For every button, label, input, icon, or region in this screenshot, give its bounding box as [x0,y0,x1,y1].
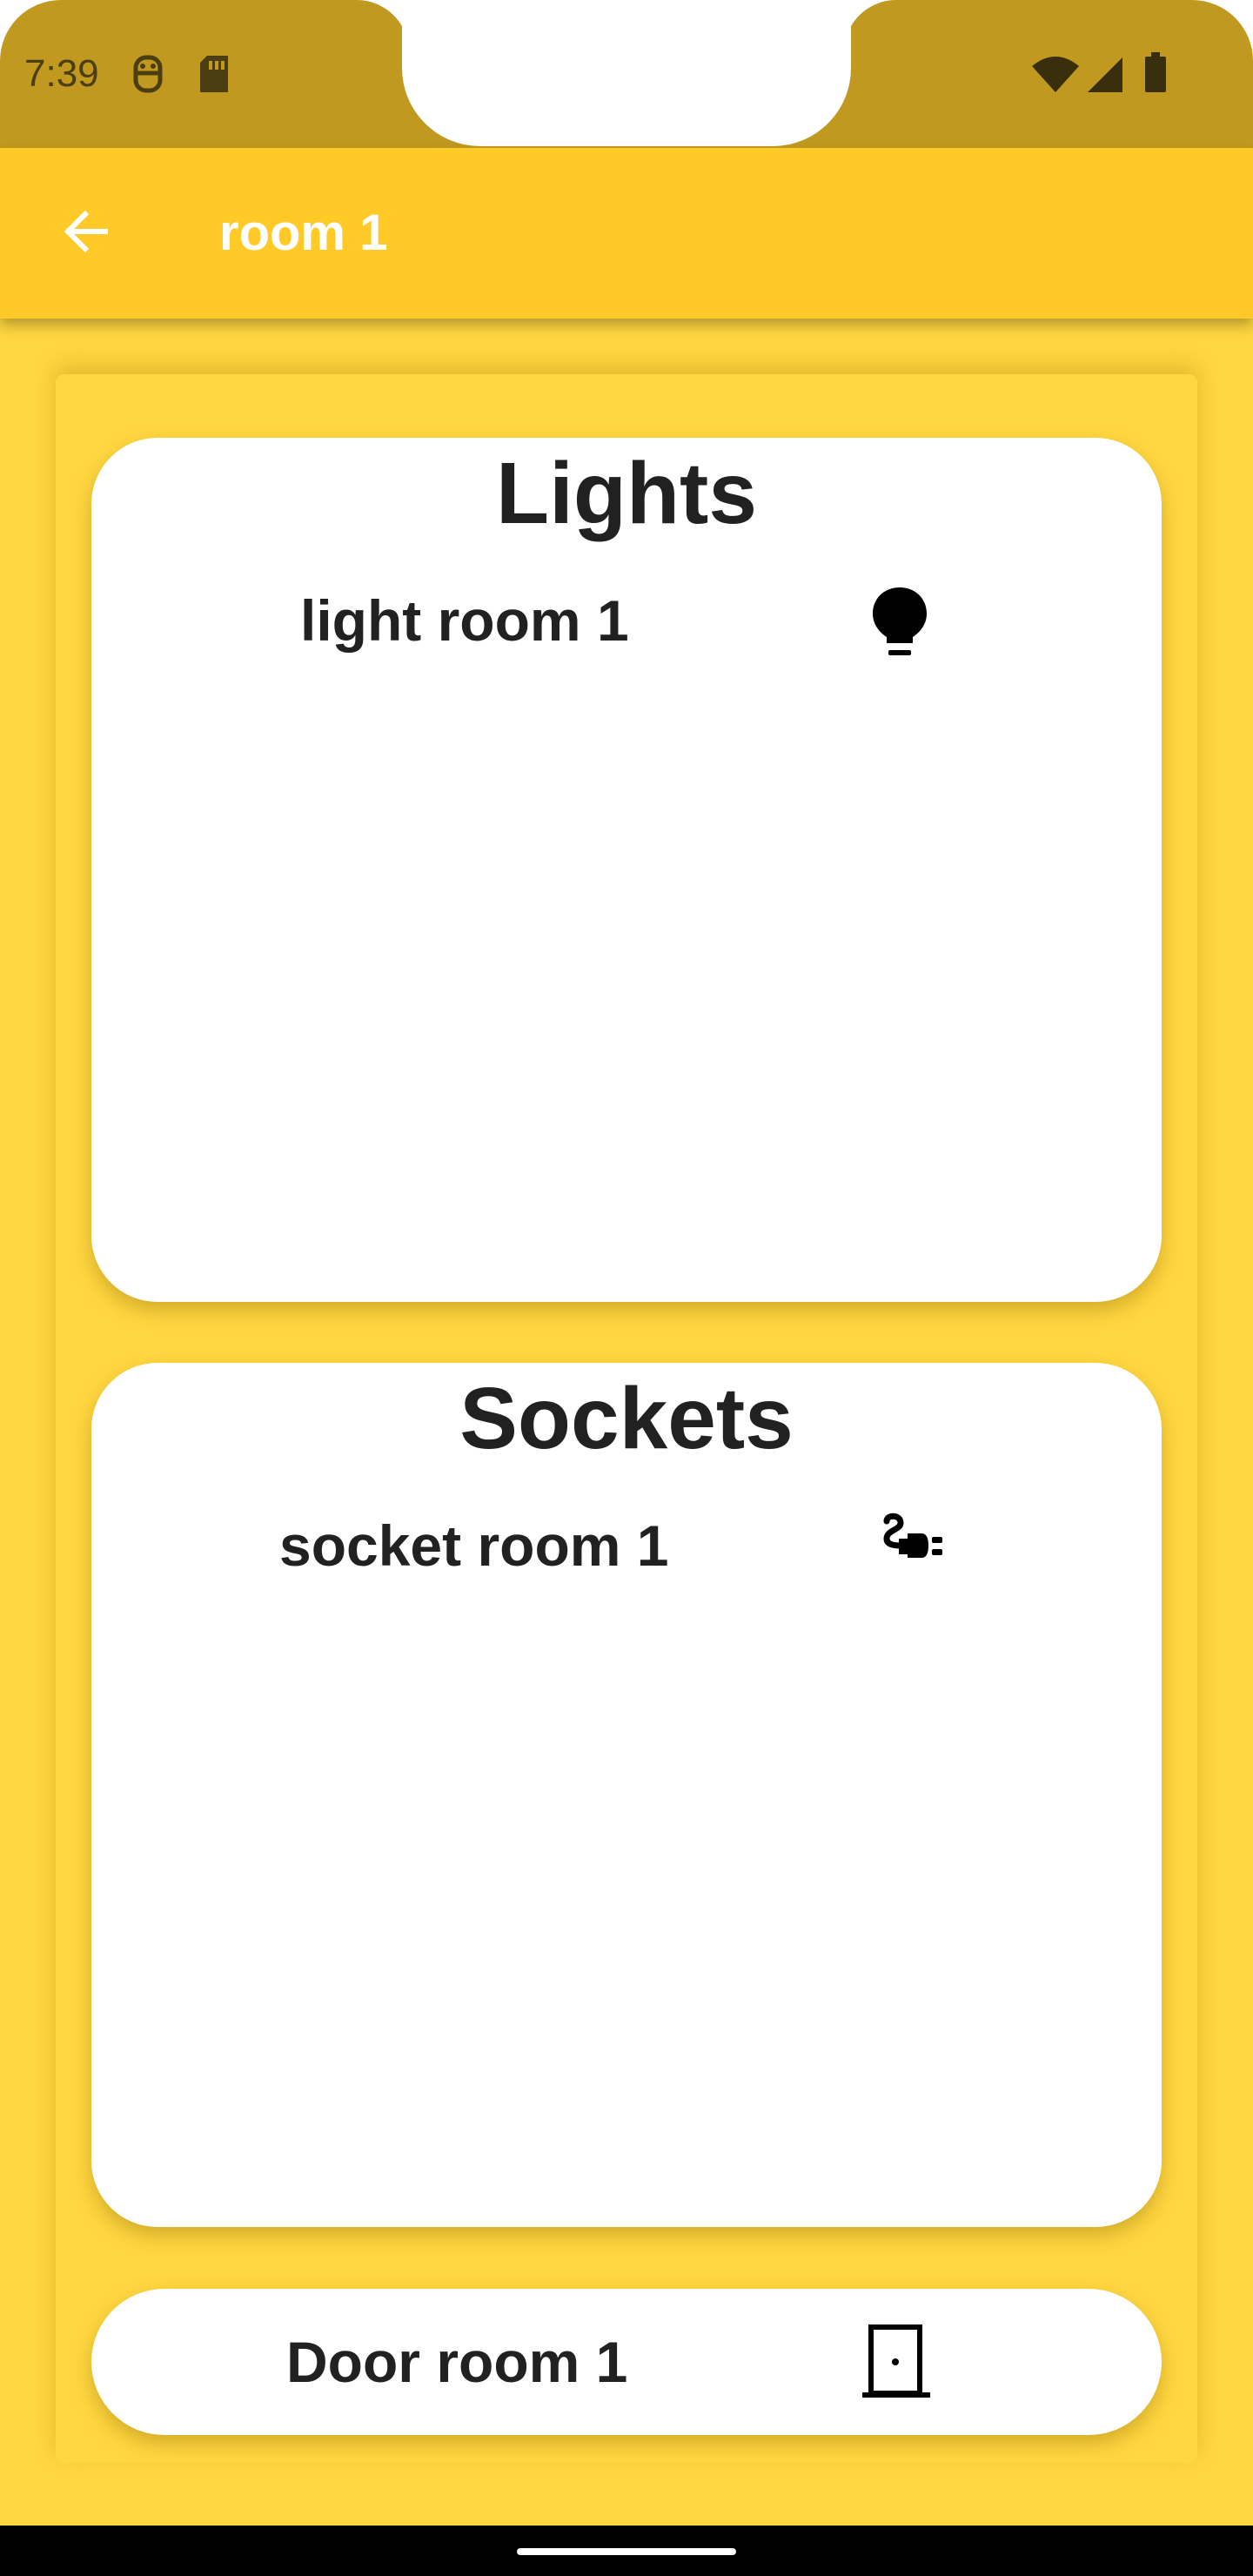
status-time: 7:39 [24,52,99,95]
power-plug-icon[interactable] [874,1511,953,1585]
lights-card: Lights light room 1 [91,438,1162,1302]
battery-icon [1143,50,1168,98]
door-icon[interactable] [857,2322,935,2405]
arrow-back-icon [61,205,113,262]
lights-title: Lights [496,445,757,542]
system-nav-bar [0,2526,1253,2576]
device-label: light room 1 [300,588,629,653]
home-gesture-handle[interactable] [517,2548,736,2555]
signal-icon [1084,54,1126,98]
wifi-icon [1030,54,1081,98]
display-notch [402,0,851,146]
sd-card-icon [197,54,231,98]
door-label: Door room 1 [286,2330,628,2394]
debug-icon [131,54,165,100]
device-label: socket room 1 [279,1513,669,1578]
lightbulb-icon[interactable] [861,582,939,665]
page-title: room 1 [219,205,388,261]
door-card[interactable]: Door room 1 [91,2289,1162,2435]
sockets-card: Sockets socket room 1 [91,1363,1162,2227]
list-item-socket-room-1[interactable]: socket room 1 [91,1502,1162,1589]
status-bar: 7:39 [0,0,1253,148]
app-bar: room 1 [0,148,1253,319]
list-item-light-room-1[interactable]: light room 1 [91,577,1162,664]
sockets-title: Sockets [459,1370,794,1467]
back-button[interactable] [44,190,131,277]
